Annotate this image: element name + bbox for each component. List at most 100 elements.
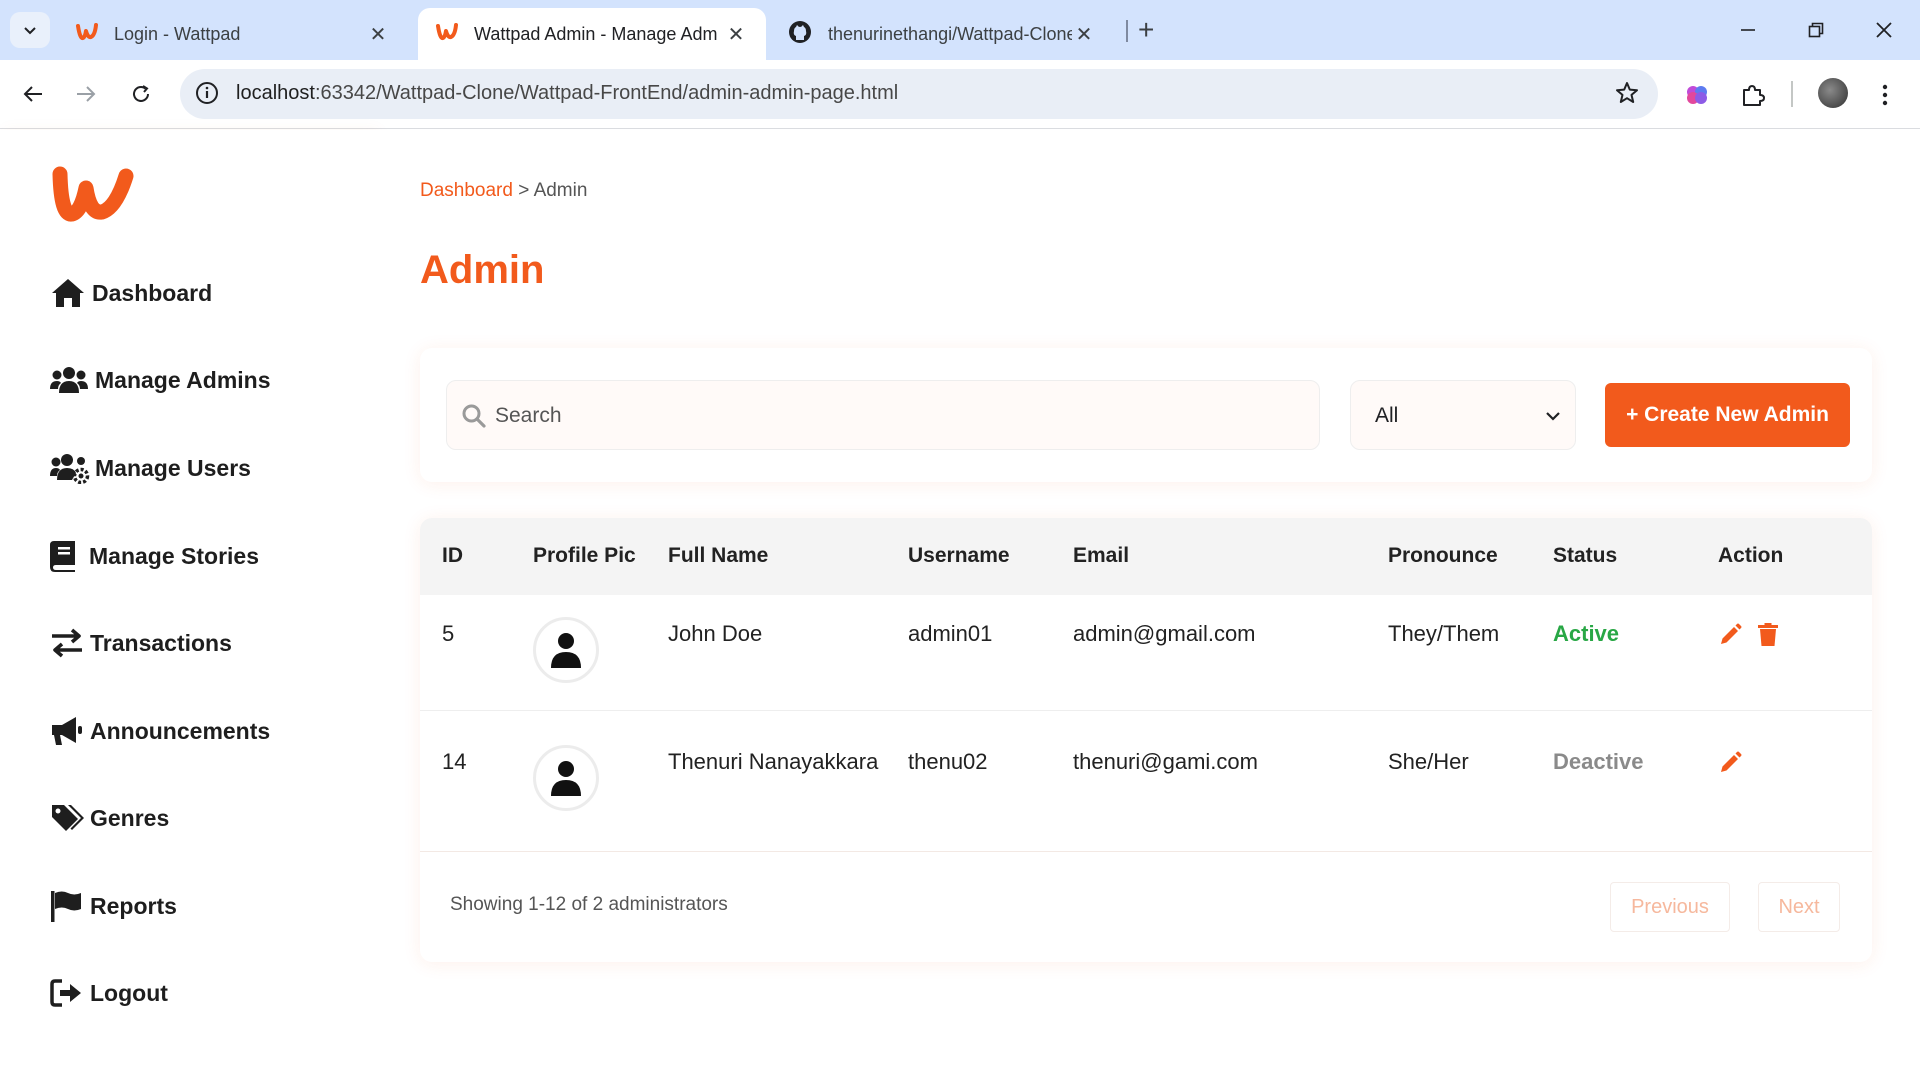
tab-github[interactable]: thenurinethangi/Wattpad-Clone ✕ [770, 8, 1114, 60]
browser-toolbar: localhost:63342/Wattpad-Clone/Wattpad-Fr… [0, 60, 1920, 129]
tab-search-icon[interactable] [10, 12, 50, 48]
sidebar-item-reports[interactable]: Reports [50, 890, 177, 922]
bookmark-star-icon[interactable] [1614, 80, 1640, 111]
column-header-email: Email [1073, 544, 1130, 567]
wattpad-favicon-icon [436, 22, 458, 46]
breadcrumb-dashboard-link[interactable]: Dashboard [420, 180, 513, 201]
edit-pencil-icon[interactable] [1718, 751, 1742, 780]
tab-title: thenurinethangi/Wattpad-Clone [828, 23, 1072, 44]
cell-pronounce: She/Her [1388, 749, 1469, 774]
browser-tabbar: Login - Wattpad ✕ Wattpad Admin - Manage… [0, 0, 1920, 60]
window-close-icon[interactable] [1854, 8, 1914, 52]
exchange-icon [50, 628, 90, 658]
cell-email: admin@gmail.com [1073, 621, 1256, 646]
tab-divider [1126, 20, 1128, 42]
sidebar-item-label: Dashboard [92, 279, 213, 306]
home-icon [50, 277, 90, 309]
profile-avatar[interactable] [1818, 78, 1848, 108]
sidebar-item-transactions[interactable]: Transactions [50, 628, 232, 658]
flag-icon [50, 890, 90, 922]
cell-username: admin01 [908, 621, 993, 646]
tab-title: Wattpad Admin - Manage Adm [474, 23, 718, 44]
column-header-username: Username [908, 544, 1010, 567]
column-header-action: Action [1718, 544, 1784, 567]
extension-brain-icon[interactable] [1681, 79, 1713, 111]
column-header-pronounce: Pronounce [1388, 544, 1498, 567]
sidebar-item-label: Reports [90, 892, 177, 919]
cell-email: thenuri@gami.com [1073, 749, 1258, 774]
bullhorn-icon [50, 715, 90, 747]
url-text: localhost:63342/Wattpad-Clone/Wattpad-Fr… [236, 82, 898, 105]
sidebar-item-label: Manage Admins [95, 366, 271, 393]
sidebar-item-label: Logout [90, 979, 168, 1006]
sidebar-item-manage-admins[interactable]: Manage Admins [50, 365, 271, 395]
address-bar[interactable]: localhost:63342/Wattpad-Clone/Wattpad-Fr… [180, 69, 1658, 119]
tab-admin-active[interactable]: Wattpad Admin - Manage Adm ✕ [418, 8, 766, 60]
new-tab-icon[interactable]: + [1138, 14, 1154, 46]
extensions-puzzle-icon[interactable] [1737, 79, 1769, 111]
tab-title: Login - Wattpad [114, 23, 241, 44]
cell-pronounce: They/Them [1388, 621, 1500, 646]
sidebar-item-label: Genres [90, 804, 170, 831]
sidebar-item-logout[interactable]: Logout [50, 978, 168, 1008]
user-silhouette-icon [551, 633, 581, 668]
tags-icon [50, 803, 90, 833]
site-info-icon[interactable] [194, 80, 220, 111]
cell-full-name: John Doe [668, 621, 763, 646]
column-header-full-name: Full Name [668, 544, 769, 567]
url-host: localhost [236, 82, 315, 104]
wattpad-logo-icon[interactable] [50, 162, 134, 229]
kebab-menu-icon[interactable] [1869, 79, 1901, 111]
close-icon[interactable]: ✕ [1072, 22, 1096, 47]
sidebar-item-label: Manage Users [95, 454, 251, 481]
avatar [533, 617, 599, 683]
next-button[interactable]: Next [1758, 882, 1840, 932]
previous-button[interactable]: Previous [1610, 882, 1730, 932]
back-icon[interactable] [15, 76, 51, 112]
minimize-icon[interactable] [1718, 8, 1778, 52]
create-new-admin-button[interactable]: + Create New Admin [1605, 383, 1850, 447]
users-icon [50, 365, 90, 395]
user-silhouette-icon [551, 761, 581, 796]
filter-card: Search All + Create New Admin [420, 348, 1872, 482]
admin-table: ID Profile Pic Full Name Username Email … [420, 518, 1872, 962]
restore-icon[interactable] [1786, 8, 1846, 52]
table-footer: Showing 1-12 of 2 administrators Previou… [420, 851, 1872, 962]
page-title: Admin [420, 248, 545, 292]
reload-icon[interactable] [123, 76, 159, 112]
pagination-summary: Showing 1-12 of 2 administrators [450, 894, 728, 915]
main-content: Dashboard > Admin Admin Search All + Cre… [375, 130, 1920, 1080]
close-icon[interactable]: ✕ [724, 22, 748, 47]
sidebar: Dashboard Manage Admins Manage Users Man… [0, 130, 375, 1080]
cell-full-name: Thenuri Nanayakkara [668, 749, 879, 774]
delete-trash-icon[interactable] [1758, 623, 1778, 652]
table-row: 5 John Doe admin01 admin@gmail.com They/… [420, 595, 1872, 711]
sidebar-item-label: Announcements [90, 717, 271, 744]
breadcrumb-current: Admin [533, 180, 588, 201]
search-input[interactable]: Search [446, 380, 1320, 450]
search-placeholder: Search [495, 404, 562, 427]
close-icon[interactable]: ✕ [366, 22, 390, 47]
status-filter-select[interactable]: All [1350, 380, 1576, 450]
toolbar-divider [1791, 81, 1793, 107]
sidebar-item-label: Manage Stories [89, 542, 259, 569]
table-header: ID Profile Pic Full Name Username Email … [420, 518, 1872, 595]
cell-id: 5 [442, 621, 455, 646]
avatar [533, 745, 599, 811]
tab-login[interactable]: Login - Wattpad ✕ [58, 8, 408, 60]
sidebar-item-manage-stories[interactable]: Manage Stories [50, 540, 259, 572]
sidebar-item-genres[interactable]: Genres [50, 803, 169, 833]
chevron-down-icon [1545, 409, 1561, 427]
edit-pencil-icon[interactable] [1718, 623, 1742, 652]
cell-id: 14 [442, 749, 467, 774]
book-icon [50, 540, 84, 572]
users-cog-icon [50, 452, 90, 484]
column-header-profile-pic: Profile Pic [533, 544, 636, 567]
sidebar-item-announcements[interactable]: Announcements [50, 715, 270, 747]
forward-icon[interactable] [68, 76, 104, 112]
column-header-status: Status [1553, 544, 1618, 567]
sidebar-item-manage-users[interactable]: Manage Users [50, 452, 251, 484]
breadcrumb-separator: > [512, 180, 534, 201]
breadcrumb: Dashboard > Admin [420, 180, 587, 202]
sidebar-item-dashboard[interactable]: Dashboard [50, 277, 212, 309]
